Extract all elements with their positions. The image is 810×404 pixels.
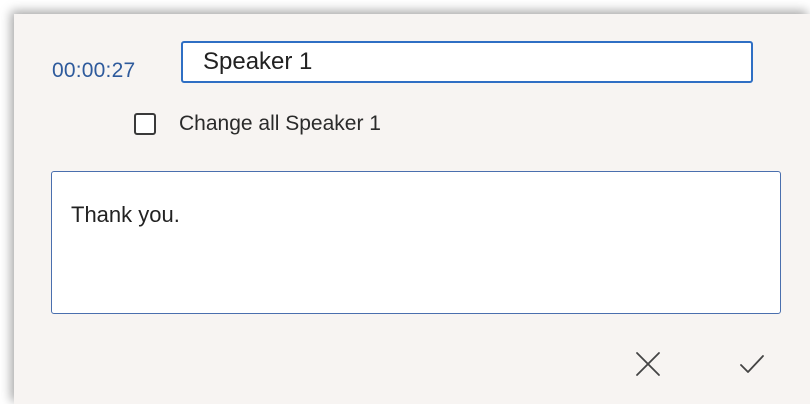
change-all-option[interactable]: Change all Speaker 1 xyxy=(134,112,381,136)
transcript-text-field[interactable]: Thank you. xyxy=(51,171,781,314)
checkmark-icon xyxy=(740,355,764,373)
cancel-button[interactable] xyxy=(626,342,670,386)
speaker-name-input[interactable] xyxy=(181,41,753,83)
change-all-checkbox[interactable] xyxy=(134,113,156,135)
confirm-button[interactable] xyxy=(730,342,774,386)
change-all-label[interactable]: Change all Speaker 1 xyxy=(179,112,381,136)
close-icon xyxy=(636,352,660,376)
edit-speaker-dialog: 00:00:27 Change all Speaker 1 Thank you. xyxy=(14,14,810,404)
timestamp-label[interactable]: 00:00:27 xyxy=(52,59,135,83)
